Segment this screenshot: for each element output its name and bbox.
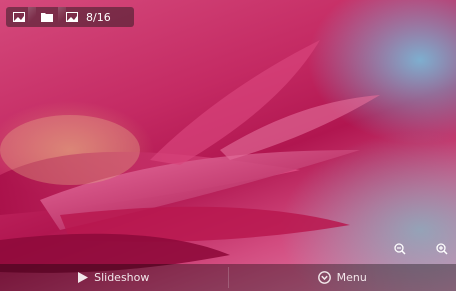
play-icon [78,272,89,283]
breadcrumb-bar: 8/16 [6,7,134,27]
menu-label: Menu [336,271,367,284]
image-counter: 8/16 [86,10,111,24]
photo-viewer: 8/16 Slideshow Menu [0,0,456,291]
gallery-icon[interactable] [6,7,36,27]
slideshow-label: Slideshow [94,271,150,284]
zoom-in-icon[interactable] [432,240,452,258]
zoom-out-icon[interactable] [390,240,410,258]
bottom-action-bar: Slideshow Menu [0,264,456,291]
menu-button[interactable]: Menu [229,264,456,291]
image-icon [62,7,82,27]
flower-photo [0,40,380,273]
menu-circle-icon [317,271,331,284]
slideshow-button[interactable]: Slideshow [0,264,228,291]
folder-icon[interactable] [32,7,66,27]
